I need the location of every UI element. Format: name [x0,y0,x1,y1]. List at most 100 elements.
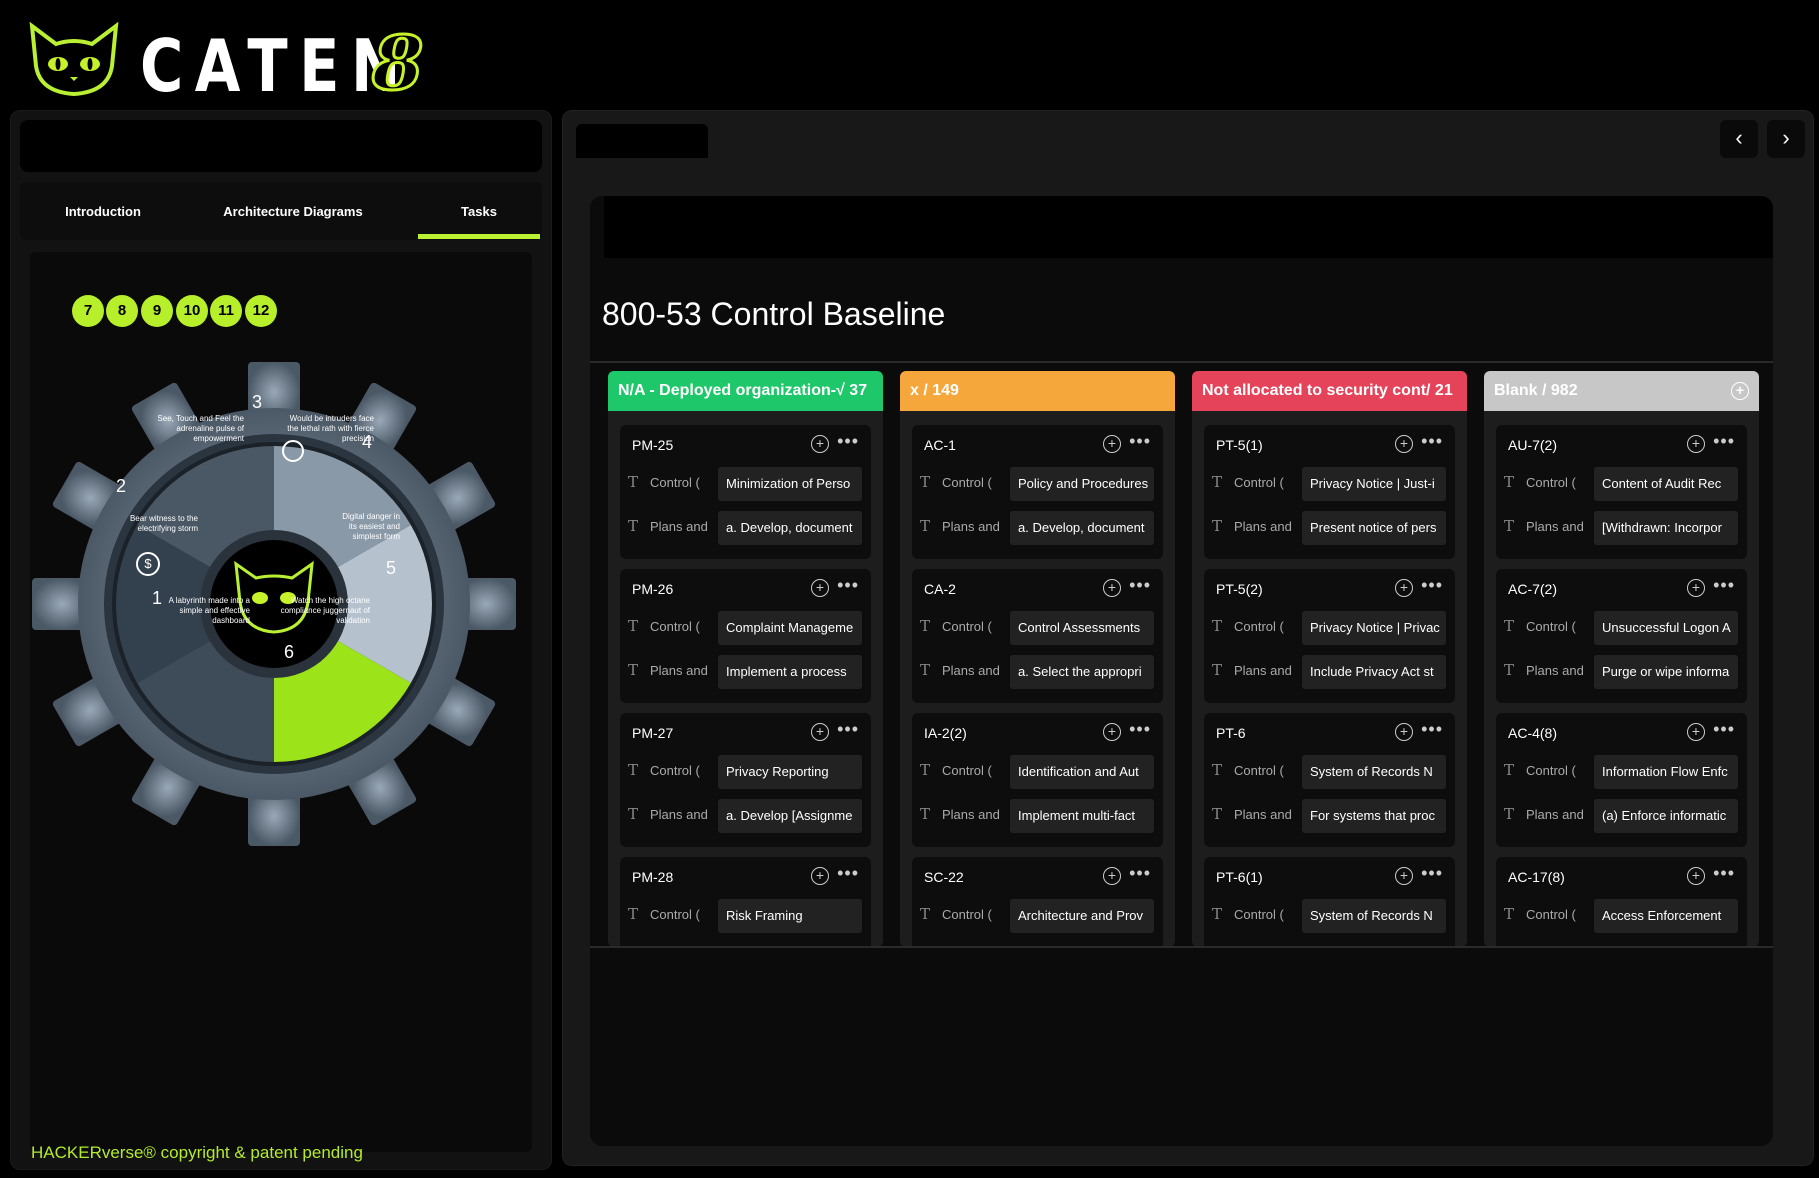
control-value[interactable]: Privacy Notice | Privac [1302,611,1446,645]
task-card[interactable]: PT-6(1) + ••• T Control (System of Records N [1204,857,1455,947]
control-value[interactable]: System of Records N [1302,899,1446,933]
add-subitem-icon[interactable]: + [811,867,829,885]
more-options-icon[interactable]: ••• [1129,863,1151,884]
task-card[interactable]: AC-1 + ••• T Control (Policy and Procedures T… [912,425,1163,559]
task-card[interactable]: SC-22 + ••• T Control (Architecture and Prov [912,857,1163,947]
plans-value[interactable]: Implement a process [718,655,862,689]
control-value[interactable]: Content of Audit Rec [1594,467,1738,501]
active-tab-indicator [418,234,540,239]
add-subitem-icon[interactable]: + [811,579,829,597]
control-value[interactable]: Policy and Procedures [1010,467,1154,501]
add-subitem-icon[interactable]: + [1687,579,1705,597]
more-options-icon[interactable]: ••• [837,431,859,452]
control-value[interactable]: Identification and Aut [1010,755,1154,789]
control-value[interactable]: System of Records N [1302,755,1446,789]
control-value[interactable]: Access Enforcement [1594,899,1738,933]
tab-architecture-diagrams[interactable]: Architecture Diagrams [208,204,378,219]
plans-value[interactable]: Implement multi-fact [1010,799,1154,833]
column-header[interactable]: Not allocated to security cont/ 21 [1192,371,1467,411]
previous-button[interactable]: ‹ [1720,120,1758,158]
more-options-icon[interactable]: ••• [1129,431,1151,452]
plans-value[interactable]: Include Privacy Act st [1302,655,1446,689]
task-card[interactable]: AC-7(2) + ••• T Control (Unsuccessful Logon … [1496,569,1747,703]
more-options-icon[interactable]: ••• [1129,575,1151,596]
add-subitem-icon[interactable]: + [1395,867,1413,885]
plans-value[interactable]: For systems that proc [1302,799,1446,833]
more-options-icon[interactable]: ••• [1713,575,1735,596]
add-item-icon[interactable]: + [1731,382,1749,400]
task-card[interactable]: AC-4(8) + ••• T Control (Information Flow En… [1496,713,1747,847]
more-options-icon[interactable]: ••• [1713,431,1735,452]
add-subitem-icon[interactable]: + [1103,435,1121,453]
add-subitem-icon[interactable]: + [1395,723,1413,741]
tab-tasks[interactable]: Tasks [418,204,540,219]
more-options-icon[interactable]: ••• [837,719,859,740]
control-value[interactable]: Complaint Manageme [718,611,862,645]
step-badge-9[interactable]: 9 [141,295,173,327]
column-header[interactable]: N/A - Deployed organization-√ 37 [608,371,883,411]
add-subitem-icon[interactable]: + [1395,435,1413,453]
step-badge-11[interactable]: 11 [210,295,242,327]
text-field-icon: T [628,661,639,679]
step-badge-12[interactable]: 12 [245,295,277,327]
task-card[interactable]: PM-25 + ••• T Control (Minimization of Perso… [620,425,871,559]
next-button[interactable]: › [1767,120,1805,158]
more-options-icon[interactable]: ••• [837,863,859,884]
task-card[interactable]: PT-5(1) + ••• T Control (Privacy Notice | Ju… [1204,425,1455,559]
control-value[interactable]: Unsuccessful Logon A [1594,611,1738,645]
add-subitem-icon[interactable]: + [1103,867,1121,885]
task-card[interactable]: AC-17(8) + ••• T Control (Access Enforcement [1496,857,1747,947]
add-subitem-icon[interactable]: + [1687,435,1705,453]
add-subitem-icon[interactable]: + [1103,579,1121,597]
plans-value[interactable]: a. Develop, document [1010,511,1154,545]
plans-label: Plans and [1234,519,1292,534]
control-value[interactable]: Control Assessments [1010,611,1154,645]
add-subitem-icon[interactable]: + [811,723,829,741]
tab-introduction[interactable]: Introduction [40,204,166,219]
add-subitem-icon[interactable]: + [811,435,829,453]
more-options-icon[interactable]: ••• [1713,719,1735,740]
column-header[interactable]: Blank / 982 + [1484,371,1759,411]
more-options-icon[interactable]: ••• [1421,863,1443,884]
more-options-icon[interactable]: ••• [837,575,859,596]
task-card[interactable]: CA-2 + ••• T Control (Control Assessments T Pl… [912,569,1163,703]
task-card[interactable]: PM-27 + ••• T Control (Privacy Reporting T Pla… [620,713,871,847]
plans-value[interactable]: a. Select the appropri [1010,655,1154,689]
task-card[interactable]: PT-5(2) + ••• T Control (Privacy Notice | Pr… [1204,569,1455,703]
task-card[interactable]: PT-6 + ••• T Control (System of Records N T Pl… [1204,713,1455,847]
task-card[interactable]: PM-26 + ••• T Control (Complaint Manageme T Pl… [620,569,871,703]
plans-value[interactable]: Purge or wipe informa [1594,655,1738,689]
control-value[interactable]: Privacy Notice | Just-i [1302,467,1446,501]
right-panel-tab[interactable] [576,124,708,158]
column-title: x / 149 [910,382,959,399]
column-header[interactable]: x / 149 [900,371,1175,411]
text-field-icon: T [1504,517,1515,535]
more-options-icon[interactable]: ••• [1129,719,1151,740]
control-value[interactable]: Privacy Reporting [718,755,862,789]
task-card[interactable]: AU-7(2) + ••• T Control (Content of Audit Re… [1496,425,1747,559]
add-subitem-icon[interactable]: + [1395,579,1413,597]
more-options-icon[interactable]: ••• [1421,431,1443,452]
add-subitem-icon[interactable]: + [1103,723,1121,741]
step-badge-10[interactable]: 10 [176,295,208,327]
step-badge-7[interactable]: 7 [72,295,104,327]
task-card[interactable]: IA-2(2) + ••• T Control (Identification and … [912,713,1163,847]
more-options-icon[interactable]: ••• [1421,719,1443,740]
card-id: PM-26 [632,581,674,597]
control-value[interactable]: Information Flow Enfc [1594,755,1738,789]
control-value[interactable]: Minimization of Perso [718,467,862,501]
more-options-icon[interactable]: ••• [1713,863,1735,884]
more-options-icon[interactable]: ••• [1421,575,1443,596]
control-value[interactable]: Risk Framing [718,899,862,933]
plans-value[interactable]: Present notice of pers [1302,511,1446,545]
control-value[interactable]: Architecture and Prov [1010,899,1154,933]
add-subitem-icon[interactable]: + [1687,867,1705,885]
text-field-icon: T [628,761,639,779]
plans-value[interactable]: [Withdrawn: Incorpor [1594,511,1738,545]
step-badge-8[interactable]: 8 [106,295,138,327]
task-card[interactable]: PM-28 + ••• T Control (Risk Framing [620,857,871,947]
plans-value[interactable]: a. Develop, document [718,511,862,545]
add-subitem-icon[interactable]: + [1687,723,1705,741]
plans-value[interactable]: a. Develop [Assignme [718,799,862,833]
plans-value[interactable]: (a) Enforce informatic [1594,799,1738,833]
